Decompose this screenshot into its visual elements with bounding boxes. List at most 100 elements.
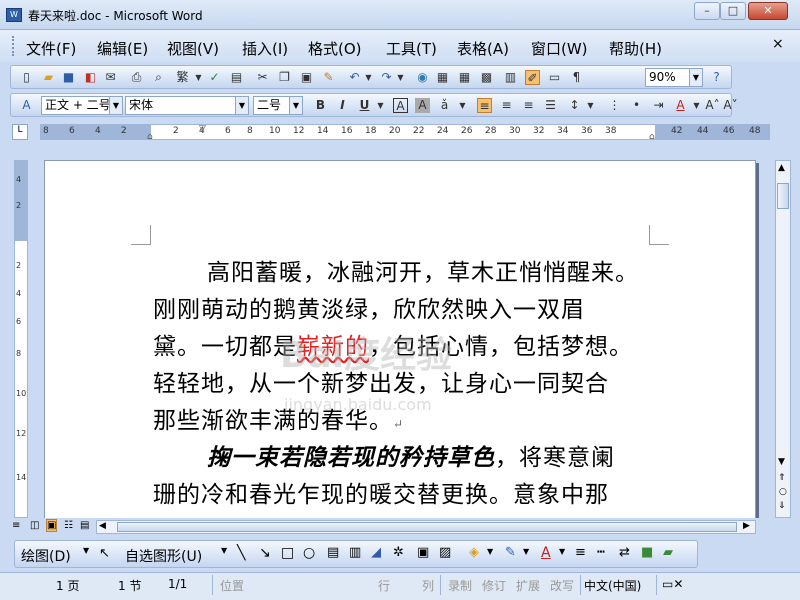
columns-icon[interactable]: ▥	[503, 70, 518, 85]
insert-excel-icon[interactable]: ▩	[479, 70, 494, 85]
undo-icon[interactable]: ↶	[347, 70, 362, 85]
phonetic-guide-icon[interactable]: ǎ	[437, 98, 452, 113]
previous-page-icon[interactable]: ⇑	[778, 473, 786, 483]
vertical-ruler[interactable]: 4 2 2 4 6 8 10 12 14	[14, 160, 28, 518]
cut-icon[interactable]: ✂	[255, 70, 270, 85]
save-icon[interactable]: ■	[61, 70, 76, 85]
italic-button[interactable]: I	[335, 98, 350, 113]
spelling-status-icon[interactable]: ▭✕	[662, 577, 683, 591]
numbering-icon[interactable]: ⋮	[607, 98, 622, 113]
first-line-indent-marker[interactable]: ▽	[199, 124, 206, 134]
font-size-combo[interactable]: 二号 ▼	[253, 96, 303, 115]
web-layout-icon[interactable]: ◫	[30, 520, 39, 531]
line-spacing-icon[interactable]: ↕	[567, 98, 582, 113]
print-preview-icon[interactable]: ⌕	[151, 70, 166, 85]
underline-button[interactable]: U	[357, 98, 372, 113]
menu-edit[interactable]: 编辑(E)	[97, 38, 148, 59]
align-justify-icon[interactable]: ≡	[477, 98, 492, 113]
bold-button[interactable]: B	[313, 98, 328, 113]
chevron-down-icon[interactable]: ▼	[559, 547, 565, 556]
menu-table[interactable]: 表格(A)	[457, 38, 509, 59]
print-layout-icon[interactable]: ▣	[46, 519, 58, 532]
autoshapes-menu-button[interactable]: 自选图形(U)	[125, 546, 202, 566]
right-indent-marker[interactable]: ⌂	[649, 132, 655, 142]
redo-dropdown-icon[interactable]: ▼	[393, 70, 408, 85]
document-close-button[interactable]: ×	[772, 36, 784, 52]
line-color-icon[interactable]: ✎	[505, 545, 516, 560]
styles-formatting-icon[interactable]: A	[19, 98, 34, 113]
scroll-thumb[interactable]	[777, 183, 789, 209]
style-combo[interactable]: 正文 + 二号 ▼	[41, 96, 123, 115]
scroll-thumb[interactable]	[117, 522, 737, 532]
char-border-button[interactable]: A	[393, 98, 408, 113]
normal-view-icon[interactable]: ≡	[12, 520, 20, 531]
research-icon[interactable]: ▤	[229, 70, 244, 85]
status-record[interactable]: 录制	[448, 577, 472, 594]
line-style-icon[interactable]: ≡	[575, 545, 586, 560]
fill-color-icon[interactable]: ◈	[469, 545, 479, 560]
align-center-icon[interactable]: ≡	[499, 98, 514, 113]
menu-view[interactable]: 视图(V)	[167, 38, 219, 59]
restore-button[interactable]: □	[720, 2, 746, 20]
font-color-dropdown-icon[interactable]: ▼	[689, 98, 704, 113]
align-right-icon[interactable]: ≡	[521, 98, 536, 113]
tables-borders-icon[interactable]: ▦	[435, 70, 450, 85]
spelling-icon[interactable]: ✓	[207, 70, 222, 85]
traditional-chinese-icon[interactable]: 繁	[175, 70, 190, 85]
arrow-style-icon[interactable]: ⇄	[619, 545, 630, 560]
hyperlink-icon[interactable]: ◉	[415, 70, 430, 85]
scroll-left-icon[interactable]: ◀	[99, 521, 106, 531]
bullets-icon[interactable]: •	[629, 98, 644, 113]
zoom-combo[interactable]: 90% ▼	[645, 68, 703, 87]
open-folder-icon[interactable]: ▰	[41, 70, 56, 85]
reading-view-icon[interactable]: ▤	[80, 520, 89, 531]
horizontal-scrollbar[interactable]: ◀ ▶	[96, 520, 756, 534]
clip-art-icon[interactable]: ▣	[417, 545, 429, 560]
draw-font-color-button[interactable]: A	[541, 545, 551, 561]
line-tool-icon[interactable]: ╲	[237, 545, 245, 561]
next-page-icon[interactable]: ⇓	[778, 501, 786, 511]
undo-dropdown-icon[interactable]: ▼	[361, 70, 376, 85]
chevron-down-icon[interactable]: ▼	[235, 97, 248, 114]
tab-selector-icon[interactable]: L	[12, 124, 28, 140]
permission-icon[interactable]: ◧	[83, 70, 98, 85]
menu-window[interactable]: 窗口(W)	[531, 38, 588, 59]
distributed-align-icon[interactable]: ☰	[543, 98, 558, 113]
chevron-down-icon[interactable]: ▼	[689, 69, 702, 86]
char-shading-button[interactable]: A	[415, 98, 430, 113]
vertical-scrollbar[interactable]: ▲ ▼ ⇑ ○ ⇓	[775, 160, 791, 518]
help-icon[interactable]: ?	[709, 70, 724, 85]
print-icon[interactable]: ⎙	[129, 70, 144, 85]
outline-view-icon[interactable]: ☷	[64, 520, 73, 531]
3d-style-icon[interactable]: ▰	[663, 545, 673, 560]
select-objects-icon[interactable]: ↖	[99, 546, 110, 561]
insert-table-icon[interactable]: ▦	[457, 70, 472, 85]
scroll-right-icon[interactable]: ▶	[743, 521, 750, 531]
status-extend[interactable]: 扩展	[516, 577, 540, 594]
chevron-down-icon[interactable]: ▼	[487, 547, 493, 556]
browse-object-icon[interactable]: ○	[779, 487, 787, 497]
horizontal-ruler[interactable]: 8 6 4 2 2 4 6 8 10 12 14 16 18 20 22 24 …	[40, 124, 770, 142]
oval-tool-icon[interactable]: ○	[303, 545, 315, 561]
phonetic-dropdown-icon[interactable]: ▼	[455, 98, 470, 113]
diagram-icon[interactable]: ✲	[393, 545, 404, 560]
status-overtype[interactable]: 改写	[550, 577, 574, 594]
chevron-down-icon[interactable]: ▼	[109, 97, 122, 114]
redo-icon[interactable]: ↷	[379, 70, 394, 85]
drawing-toggle-icon[interactable]: ✐	[525, 70, 540, 85]
font-color-button[interactable]: A	[673, 98, 688, 113]
dash-style-icon[interactable]: ┅	[597, 545, 605, 560]
line-spacing-dropdown-icon[interactable]: ▼	[583, 98, 598, 113]
show-hide-icon[interactable]: ¶	[569, 70, 584, 85]
arrow-tool-icon[interactable]: ↘	[259, 545, 271, 561]
draw-menu-button[interactable]: 绘图(D)	[21, 546, 71, 566]
indent-icon[interactable]: ⇥	[651, 98, 666, 113]
status-language[interactable]: 中文(中国)	[584, 577, 641, 594]
grow-font-icon[interactable]: A˄	[705, 98, 720, 113]
paste-icon[interactable]: ▣	[299, 70, 314, 85]
wordart-icon[interactable]: ◢	[371, 545, 381, 560]
scroll-up-icon[interactable]: ▲	[778, 163, 785, 173]
shadow-style-icon[interactable]: ■	[641, 545, 653, 560]
menu-grip[interactable]	[12, 36, 15, 56]
shrink-font-icon[interactable]: A˅	[723, 98, 738, 113]
